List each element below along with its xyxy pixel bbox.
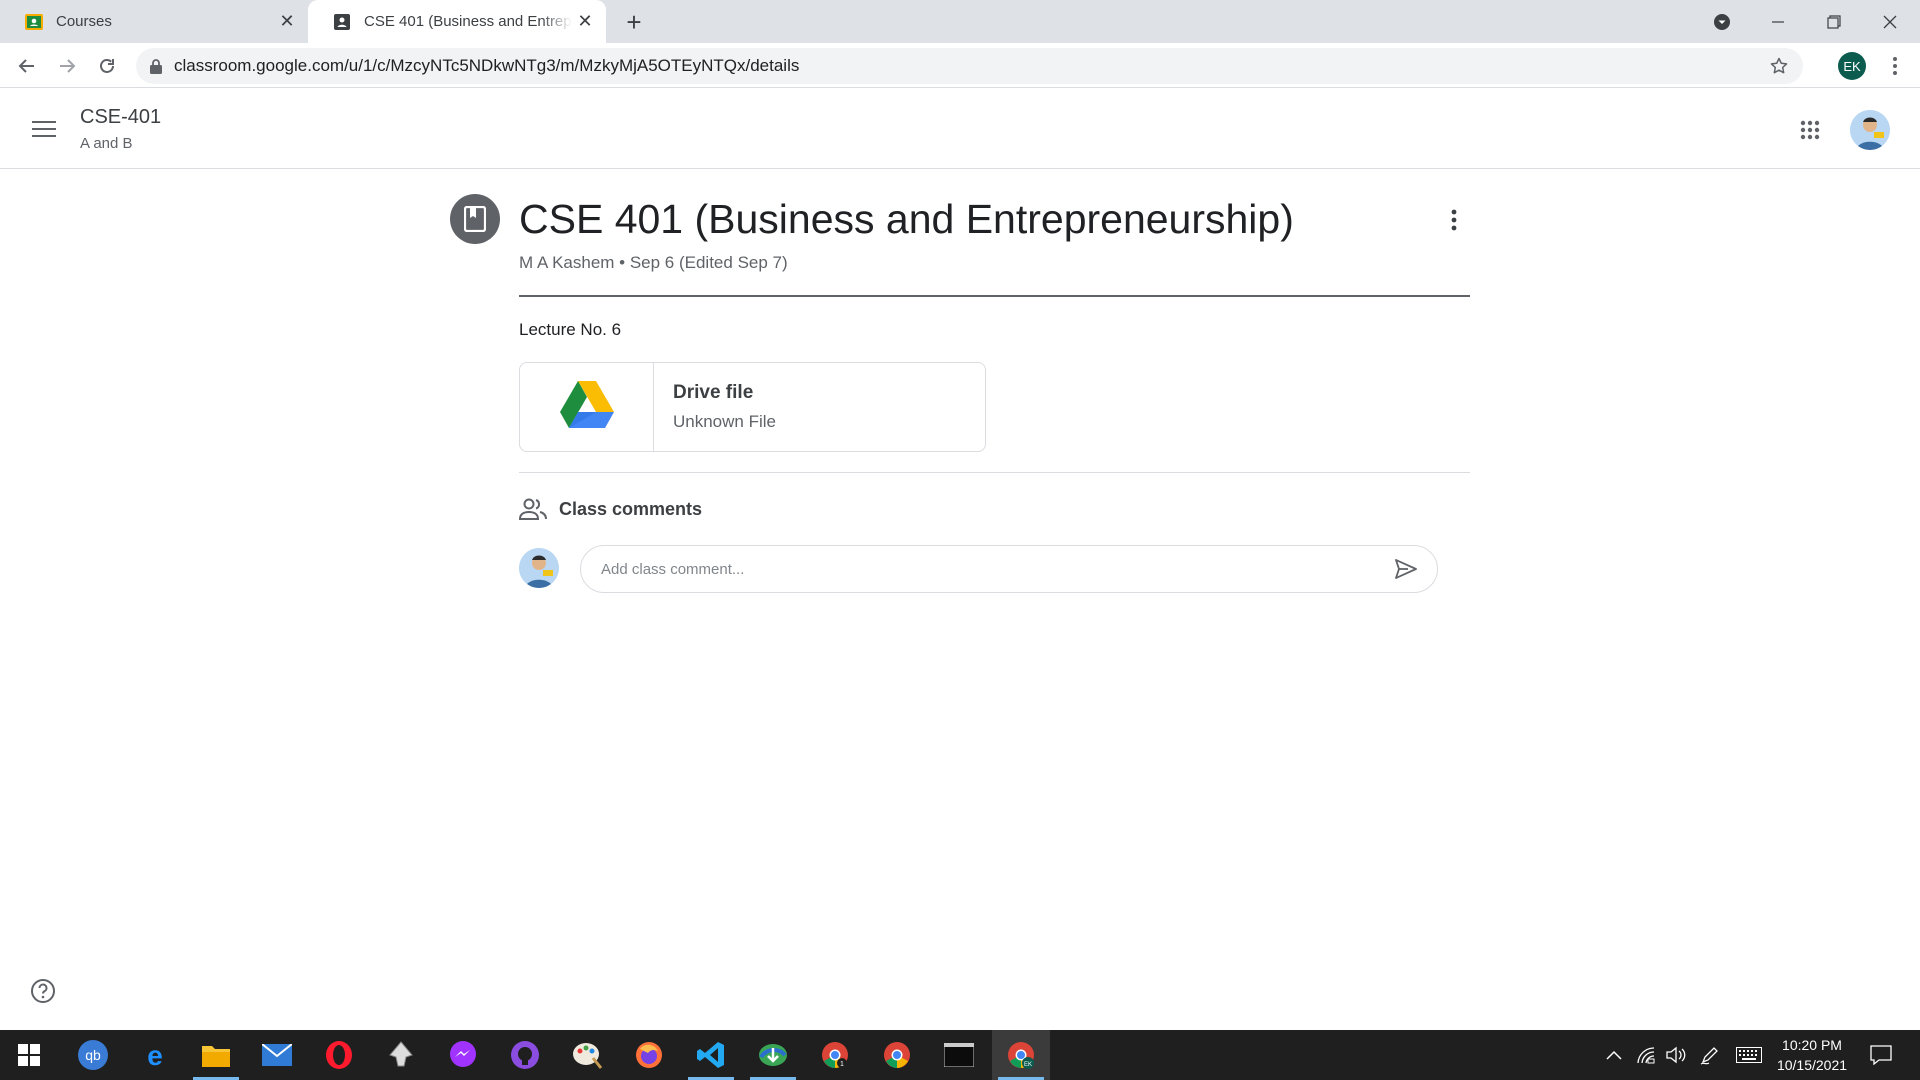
browser-toolbar: classroom.google.com/u/1/c/MzcyNTc5NDkwN… <box>0 43 1920 88</box>
svg-text:qb: qb <box>85 1047 101 1063</box>
material-author-date: M A Kashem • Sep 6 (Edited Sep 7) <box>519 253 788 272</box>
classroom-material-favicon-icon <box>332 12 352 32</box>
drive-file-attachment[interactable]: Drive file Unknown File <box>519 362 986 452</box>
windows-start-icon[interactable] <box>0 1030 58 1080</box>
taskbar-clock[interactable]: 10:20 PM 10/15/2021 <box>1768 1035 1856 1075</box>
classroom-header: CSE-401 A and B <box>0 88 1920 169</box>
svg-text:EK: EK <box>1024 1062 1032 1068</box>
file-explorer-icon[interactable] <box>187 1030 245 1080</box>
browser-tab-strip: Courses ✕ CSE 401 (Business and Entrepre… <box>0 0 1920 43</box>
github-desktop-icon[interactable] <box>496 1030 554 1080</box>
google-drive-icon <box>559 380 615 435</box>
new-tab-button[interactable]: + <box>620 7 648 37</box>
clock-date: 10/15/2021 <box>1776 1057 1848 1073</box>
chrome-icon[interactable] <box>868 1030 926 1080</box>
show-hidden-icons-icon[interactable] <box>1600 1030 1628 1080</box>
forward-arrow-icon[interactable] <box>50 49 84 83</box>
firefox-icon[interactable] <box>620 1030 678 1080</box>
chrome-beta-icon[interactable]: 1 <box>806 1030 864 1080</box>
svg-text:e: e <box>147 1040 163 1070</box>
more-options-icon[interactable] <box>1438 204 1470 236</box>
qbittorrent-icon[interactable]: qb <box>64 1030 122 1080</box>
tab-cse401[interactable]: CSE 401 (Business and Entrepreneurship) … <box>308 0 606 43</box>
class-comment-field[interactable] <box>580 545 1438 593</box>
google-apps-icon[interactable] <box>1794 114 1826 146</box>
network-icon[interactable] <box>1632 1030 1660 1080</box>
volume-icon[interactable] <box>1662 1030 1690 1080</box>
tab-title: CSE 401 (Business and Entrepreneurship) <box>364 13 572 30</box>
close-window-icon[interactable] <box>1862 0 1918 43</box>
paint-icon[interactable] <box>558 1030 616 1080</box>
action-center-icon[interactable] <box>1864 1030 1898 1080</box>
material-book-icon <box>450 194 500 244</box>
class-comment-input[interactable] <box>581 560 1391 578</box>
lock-icon[interactable] <box>150 58 162 74</box>
url-text[interactable]: classroom.google.com/u/1/c/MzcyNTc5NDkwN… <box>174 56 1769 76</box>
chrome-profile-ek-icon[interactable]: EK <box>992 1030 1050 1080</box>
internet-download-manager-icon[interactable] <box>744 1030 802 1080</box>
messenger-icon[interactable] <box>434 1030 492 1080</box>
title-divider <box>519 295 1470 297</box>
send-icon[interactable] <box>1391 554 1421 584</box>
tab-search-icon[interactable] <box>1694 0 1750 43</box>
edge-icon[interactable]: e <box>126 1030 184 1080</box>
class-section: A and B <box>80 135 133 152</box>
touch-keyboard-icon[interactable] <box>1732 1030 1766 1080</box>
back-arrow-icon[interactable] <box>10 49 44 83</box>
people-icon <box>519 495 547 523</box>
close-tab-icon[interactable]: ✕ <box>274 9 300 35</box>
help-icon[interactable] <box>28 976 58 1006</box>
classroom-favicon-icon <box>24 12 44 32</box>
windows-taskbar: qb e 1 EK 10:20 PM 10/15/2021 <box>0 1030 1920 1080</box>
close-tab-icon[interactable]: ✕ <box>572 9 598 35</box>
comments-divider <box>519 472 1470 473</box>
pen-workspace-icon[interactable] <box>1696 1030 1724 1080</box>
opera-icon[interactable] <box>310 1030 368 1080</box>
attachment-title: Drive file <box>673 382 754 403</box>
class-comments-header: Class comments <box>519 495 702 523</box>
material-title: CSE 401 (Business and Entrepreneurship) <box>519 196 1294 242</box>
tab-title: Courses <box>56 13 112 30</box>
material-description: Lecture No. 6 <box>519 320 622 339</box>
svg-text:1: 1 <box>840 1061 844 1068</box>
class-name-link[interactable]: CSE-401 <box>80 106 161 129</box>
restore-icon[interactable] <box>1806 0 1862 43</box>
clock-time: 10:20 PM <box>1782 1037 1842 1053</box>
tab-courses[interactable]: Courses ✕ <box>0 0 308 43</box>
reload-icon[interactable] <box>90 49 124 83</box>
bookmark-star-icon[interactable] <box>1769 56 1789 76</box>
account-avatar[interactable] <box>1850 110 1890 150</box>
mail-icon[interactable] <box>248 1030 306 1080</box>
inkscape-icon[interactable] <box>372 1030 430 1080</box>
commenter-avatar <box>519 548 559 588</box>
attachment-thumbnail <box>520 363 654 451</box>
terminal-icon[interactable] <box>930 1030 988 1080</box>
class-comments-title: Class comments <box>559 498 703 519</box>
minimize-icon[interactable] <box>1750 0 1806 43</box>
browser-profile-avatar[interactable]: EK <box>1838 52 1866 80</box>
vscode-icon[interactable] <box>682 1030 740 1080</box>
browser-menu-icon[interactable] <box>1880 51 1910 81</box>
attachment-subtitle: Unknown File <box>673 412 776 431</box>
address-bar[interactable]: classroom.google.com/u/1/c/MzcyNTc5NDkwN… <box>136 48 1803 84</box>
main-menu-icon[interactable] <box>28 113 60 145</box>
